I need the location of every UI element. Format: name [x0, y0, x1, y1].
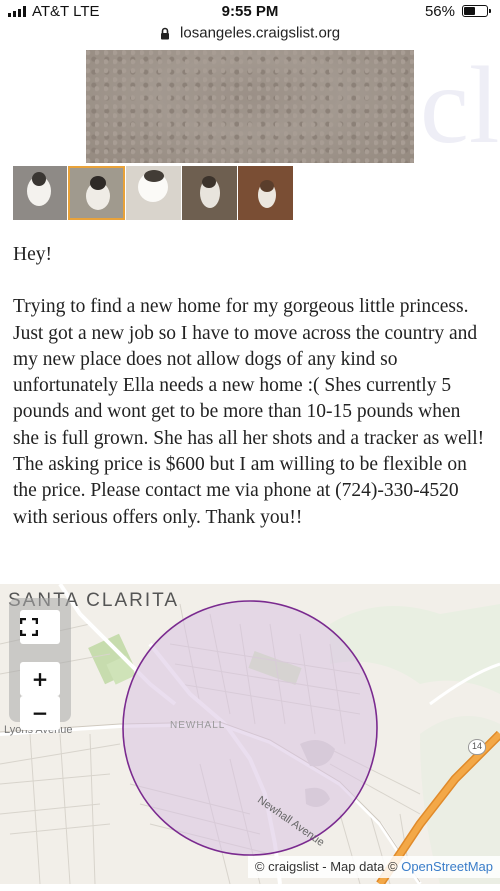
main-listing-photo[interactable]: [86, 50, 414, 163]
zoom-in-button[interactable]: +: [20, 662, 60, 696]
status-bar: AT&T LTE 9:55 PM 56%: [0, 0, 500, 24]
battery-icon: [462, 5, 491, 17]
thumbnail-2[interactable]: [68, 166, 125, 220]
osm-link[interactable]: OpenStreetMap: [401, 859, 493, 874]
location-map[interactable]: SANTA CLARITA NEWHALL Lyons Avenue Newha…: [0, 584, 500, 884]
thumbnail-1[interactable]: [13, 166, 67, 220]
map-area-label: NEWHALL: [170, 720, 226, 731]
fullscreen-button[interactable]: [20, 610, 60, 644]
attribution-text: © craigslist - Map data ©: [254, 859, 402, 874]
route-shield-icon: 14: [468, 739, 486, 755]
address-bar[interactable]: losangeles.craigslist.org: [0, 24, 500, 50]
map-attribution: © craigslist - Map data © OpenStreetMap: [247, 856, 500, 878]
url-text: losangeles.craigslist.org: [180, 24, 341, 42]
thumbnail-3[interactable]: [126, 166, 181, 220]
post-description: Trying to find a new home for my gorgeou…: [13, 296, 485, 528]
post-greeting: Hey!: [13, 244, 52, 265]
thumbnail-4[interactable]: [182, 166, 237, 220]
map-tiles: [0, 584, 500, 884]
lock-icon: [160, 27, 169, 40]
battery-percent: 56%: [424, 3, 455, 20]
thumbnail-5[interactable]: [238, 166, 293, 220]
fullscreen-icon: [20, 618, 38, 636]
post-body: Hey! Trying to find a new home for my go…: [13, 242, 491, 531]
watermark-logo: cl: [420, 50, 500, 163]
zoom-out-button[interactable]: −: [20, 696, 60, 730]
